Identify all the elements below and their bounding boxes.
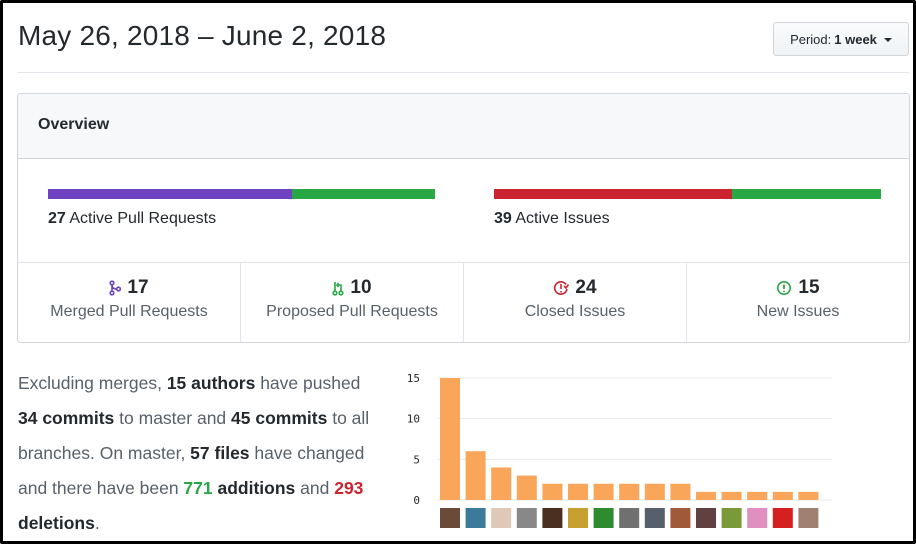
authors-count: 15 authors [166, 373, 256, 393]
author-commit-bar[interactable] [516, 475, 537, 500]
new-count: 15 [798, 277, 820, 298]
stat-new-issues[interactable]: 15 New Issues [687, 263, 909, 342]
author-commit-bar[interactable] [696, 491, 716, 500]
commit-summary: Excluding merges, 15 authors have pushed… [18, 366, 378, 541]
author-commit-bar[interactable] [747, 491, 768, 500]
additions-word: additions [217, 478, 296, 498]
all-commits-number: 45 [231, 408, 251, 428]
open-issue-icon [777, 281, 792, 295]
author-avatar[interactable] [593, 508, 614, 528]
author-avatar[interactable] [542, 508, 563, 528]
author-commit-bar[interactable] [568, 483, 588, 500]
pull-requests-progress-bar[interactable] [48, 189, 435, 199]
overview-summary: 27 Active Pull Requests 39 Active Issues [18, 159, 909, 263]
author-avatar[interactable] [619, 508, 640, 528]
author-commit-bar[interactable] [721, 491, 742, 500]
author-avatar[interactable] [440, 508, 460, 528]
deletions-word: deletions [18, 513, 95, 533]
y-tick-label: 5 [413, 453, 420, 466]
open-segment [291, 189, 435, 199]
closed-label: Closed Issues [524, 303, 626, 320]
summary-text: have pushed [255, 373, 361, 393]
header-divider [18, 72, 909, 73]
author-commit-bar[interactable] [465, 451, 486, 500]
author-commit-bar[interactable] [491, 467, 512, 500]
proposed-count: 10 [350, 277, 372, 298]
page-title: May 26, 2018 – June 2, 2018 [18, 20, 387, 51]
summary-text: and [295, 478, 335, 498]
y-tick-label: 15 [407, 372, 420, 385]
author-avatar[interactable] [465, 508, 486, 528]
closed-segment [494, 189, 732, 199]
active-pull-requests-count: 27 [48, 210, 66, 227]
summary-text: . [94, 513, 100, 533]
author-avatar[interactable] [670, 508, 691, 528]
additions-number: 771 [183, 478, 213, 498]
caret-down-icon [883, 38, 892, 42]
summary-text: Excluding merges, [18, 373, 167, 393]
stat-closed-issues[interactable]: 24 Closed Issues [464, 263, 687, 342]
active-pull-requests-label: Active Pull Requests [69, 210, 217, 227]
author-commit-bar[interactable] [798, 491, 819, 500]
closed-count: 24 [575, 277, 597, 298]
deletions-number: 293 [334, 478, 364, 498]
author-avatar[interactable] [696, 508, 716, 528]
overview-panel: Overview 27 Active Pull Requests 39 Acti… [17, 93, 910, 343]
author-commit-bar[interactable] [542, 483, 563, 500]
summary-text: to master and [114, 408, 232, 428]
merged-segment [48, 189, 292, 199]
period-value: 1 week [834, 31, 877, 47]
y-tick-label: 0 [413, 494, 420, 507]
merged-count: 17 [127, 277, 149, 298]
author-avatar[interactable] [516, 508, 537, 528]
master-commits: 34 commits [18, 408, 115, 428]
author-commit-bar[interactable] [772, 491, 793, 500]
author-avatar[interactable] [568, 508, 588, 528]
author-avatar[interactable] [747, 508, 768, 528]
author-commit-bar[interactable] [619, 483, 640, 500]
stat-merged-pull-requests[interactable]: 17 Merged Pull Requests [18, 263, 241, 342]
author-avatar[interactable] [798, 508, 819, 528]
new-label: New Issues [756, 303, 840, 320]
merged-pr-icon [109, 280, 122, 296]
stat-proposed-pull-requests[interactable]: 10 Proposed Pull Requests [241, 263, 464, 342]
period-dropdown-button[interactable]: Period: 1 week [773, 22, 909, 56]
active-issues-count: 39 [494, 210, 512, 227]
author-avatar[interactable] [491, 508, 512, 528]
y-tick-label: 10 [407, 413, 420, 426]
author-avatars [440, 508, 819, 528]
files-number: 57 [190, 443, 210, 463]
closed-issue-icon [554, 281, 570, 295]
merged-label: Merged Pull Requests [50, 303, 208, 320]
author-avatar[interactable] [721, 508, 742, 528]
all-commits-word: commits [255, 408, 328, 428]
files-word: files [214, 443, 250, 463]
issues-progress-bar[interactable] [494, 189, 881, 199]
author-commit-bar[interactable] [670, 483, 691, 500]
overview-heading: Overview [18, 94, 909, 159]
author-avatar[interactable] [644, 508, 665, 528]
active-pull-requests-link[interactable]: 27 Active Pull Requests [48, 210, 216, 228]
author-commit-bar[interactable] [440, 378, 460, 500]
author-commit-bar[interactable] [593, 483, 614, 500]
open-segment [732, 189, 881, 199]
author-avatar[interactable] [772, 508, 793, 528]
period-prefix: Period: [790, 31, 832, 47]
active-issues-label: Active Issues [515, 210, 610, 227]
proposed-label: Proposed Pull Requests [266, 303, 438, 320]
author-commit-bar[interactable] [644, 483, 665, 500]
open-pr-icon [332, 282, 345, 296]
active-issues-link[interactable]: 39 Active Issues [494, 210, 610, 228]
stats-row: 17 Merged Pull Requests 10 Proposed Pull… [18, 263, 909, 342]
